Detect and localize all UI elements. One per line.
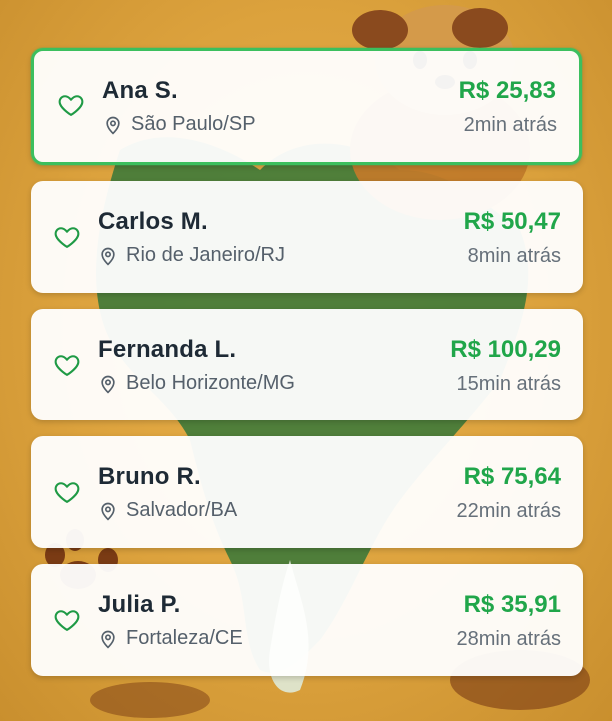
donor-name: Bruno R. [98, 463, 201, 490]
donor-name: Julia P. [98, 591, 181, 618]
location-pin-icon [101, 502, 115, 520]
feed-card[interactable]: Julia P. Fortaleza/CE R$ 35,91 28min atr… [31, 564, 583, 676]
heart-icon[interactable] [52, 223, 82, 251]
donation-time: 15min atrás [456, 373, 562, 395]
donation-time: 8min atrás [467, 245, 561, 267]
heart-icon[interactable] [56, 91, 86, 119]
location-pin-icon [101, 375, 115, 393]
donor-location: São Paulo/SP [103, 113, 256, 136]
donor-location: Rio de Janeiro/RJ [98, 244, 285, 267]
feed-card[interactable]: Fernanda L. Belo Horizonte/MG R$ 100,29 … [31, 309, 583, 420]
location-pin-icon [101, 247, 115, 265]
donor-location: Belo Horizonte/MG [98, 372, 295, 395]
heart-icon[interactable] [52, 478, 82, 506]
donor-name: Ana S. [102, 77, 178, 104]
feed-card[interactable]: Carlos M. Rio de Janeiro/RJ R$ 50,47 8mi… [31, 181, 583, 293]
donor-name: Fernanda L. [98, 336, 237, 363]
donation-amount: R$ 100,29 [450, 336, 561, 363]
donor-location: Salvador/BA [98, 499, 237, 522]
feed-card[interactable]: Ana S. São Paulo/SP R$ 25,83 2min atrás [31, 48, 582, 165]
location-text: Belo Horizonte/MG [126, 372, 295, 394]
location-text: São Paulo/SP [131, 113, 256, 135]
donor-location: Fortaleza/CE [98, 627, 243, 650]
location-text: Rio de Janeiro/RJ [126, 244, 285, 266]
location-pin-icon [106, 116, 120, 134]
donation-time: 28min atrás [456, 628, 562, 650]
donation-amount: R$ 35,91 [463, 591, 561, 618]
location-text: Salvador/BA [126, 499, 238, 521]
donation-amount: R$ 50,47 [463, 208, 561, 235]
donor-name: Carlos M. [98, 208, 208, 235]
feed-card[interactable]: Bruno R. Salvador/BA R$ 75,64 22min atrá… [31, 436, 583, 548]
location-text: Fortaleza/CE [126, 627, 243, 649]
donation-time: 2min atrás [463, 114, 557, 136]
donation-amount: R$ 75,64 [463, 463, 561, 490]
location-pin-icon [101, 630, 115, 648]
donation-amount: R$ 25,83 [458, 77, 556, 104]
heart-icon[interactable] [52, 606, 82, 634]
heart-icon[interactable] [52, 351, 82, 379]
donation-time: 22min atrás [456, 500, 562, 522]
